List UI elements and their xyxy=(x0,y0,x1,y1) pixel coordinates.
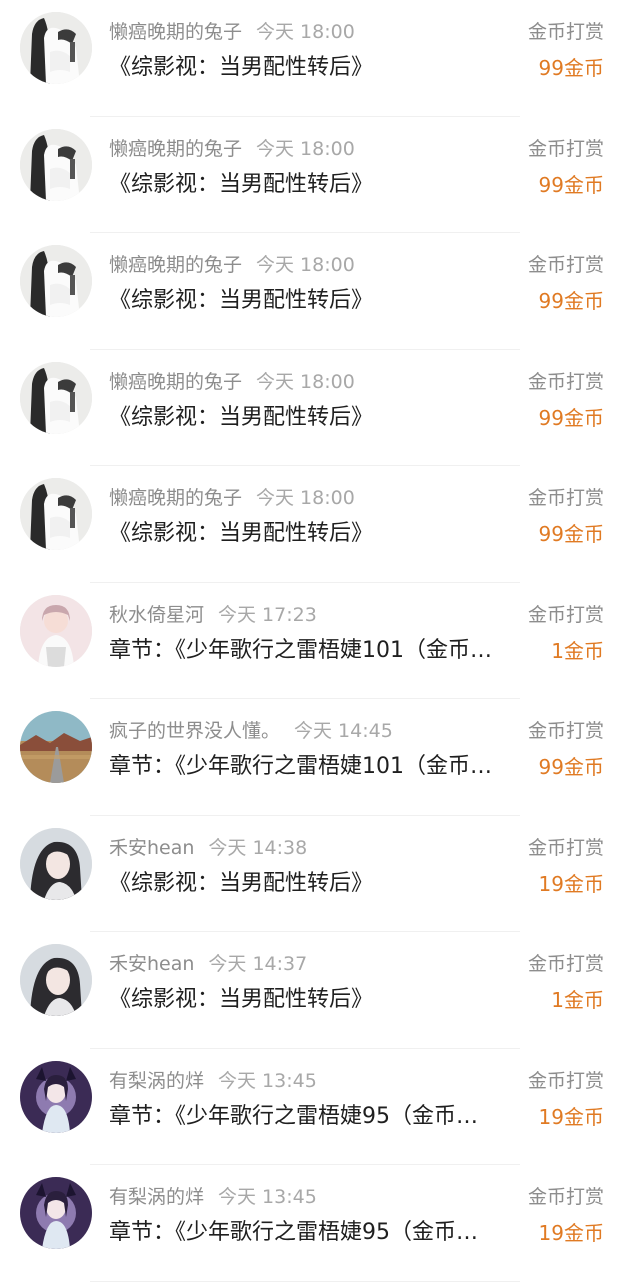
rabbit-avatar[interactable] xyxy=(20,128,92,201)
portrait-avatar[interactable] xyxy=(20,944,92,1016)
sender-name[interactable]: 懒癌晚期的兔子 xyxy=(109,21,242,43)
reward-type: 金币打赏 xyxy=(527,370,604,393)
reward-row[interactable]: 懒癌晚期的兔子 今天 18:00 《综影视：当男配性转后》 金币打赏 99金币 xyxy=(0,0,624,117)
sender-name[interactable]: 懒癌晚期的兔子 xyxy=(109,138,242,160)
reward-time: 今天 18:00 xyxy=(256,487,355,509)
reward-type: 金币打赏 xyxy=(527,1069,604,1092)
reward-time: 今天 13:45 xyxy=(218,1069,317,1092)
sender-name[interactable]: 禾安hean xyxy=(109,837,194,859)
work-title[interactable]: 《综影视：当男配性转后》 xyxy=(109,169,514,201)
reward-amount: 1金币 xyxy=(551,988,604,1012)
reward-time: 今天 18:00 xyxy=(256,21,355,43)
reward-time: 今天 14:38 xyxy=(208,836,308,859)
sender-meta: 禾安hean 今天 14:38 xyxy=(109,834,307,862)
reward-row[interactable]: 疯子的世界没人懂。 今天 14:45 章节：《少年歌行之雷梧婕101（金币… 金币… xyxy=(0,699,624,816)
anime-girl-avatar[interactable] xyxy=(20,594,92,667)
reward-time: 今天 14:37 xyxy=(208,953,308,975)
work-title[interactable]: 《综影视：当男配性转后》 xyxy=(109,984,514,1016)
work-title[interactable]: 章节：《少年歌行之雷梧婕101（金币… xyxy=(109,751,514,783)
reward-row[interactable]: 懒癌晚期的兔子 今天 18:00 《综影视：当男配性转后》 金币打赏 99金币 xyxy=(0,466,624,583)
reward-amount: 19金币 xyxy=(538,871,604,896)
reward-type: 金币打赏 xyxy=(527,720,604,742)
reward-row[interactable]: 懒癌晚期的兔子 今天 18:00 《综影视：当男配性转后》 金币打赏 99金币 xyxy=(0,117,624,233)
reward-row[interactable]: 懒癌晚期的兔子 今天 18:00 《综影视：当男配性转后》 金币打赏 99金币 xyxy=(0,350,624,466)
sender-meta: 禾安hean 今天 14:37 xyxy=(109,950,307,978)
sender-meta: 懒癌晚期的兔子 今天 18:00 xyxy=(109,135,355,163)
sender-name[interactable]: 懒癌晚期的兔子 xyxy=(109,254,242,276)
sender-name[interactable]: 秋水倚星河 xyxy=(109,604,204,626)
sender-meta: 有梨涡的烊 今天 13:45 xyxy=(109,1067,317,1095)
reward-time: 今天 18:00 xyxy=(256,137,355,160)
sender-name[interactable]: 疯子的世界没人懂。 xyxy=(109,720,280,742)
sender-name[interactable]: 有梨涡的烊 xyxy=(109,1070,204,1092)
reward-time: 今天 13:45 xyxy=(218,1186,317,1208)
reward-type: 金币打赏 xyxy=(527,254,604,276)
reward-amount: 99金币 xyxy=(538,172,604,197)
work-title[interactable]: 《综影视：当男配性转后》 xyxy=(109,868,514,900)
rabbit-avatar[interactable] xyxy=(20,12,92,84)
reward-type: 金币打赏 xyxy=(527,21,604,43)
work-title[interactable]: 《综影视：当男配性转后》 xyxy=(109,52,514,84)
reward-amount: 99金币 xyxy=(538,522,604,546)
reward-type: 金币打赏 xyxy=(527,603,604,626)
reward-row[interactable]: 有梨涡的烊 今天 13:45 章节：《少年歌行之雷梧婕95（金币… 金币打赏 19… xyxy=(0,1049,624,1165)
reward-type: 金币打赏 xyxy=(527,953,604,975)
reward-amount: 99金币 xyxy=(538,405,604,430)
reward-row[interactable]: 秋水倚星河 今天 17:23 章节：《少年歌行之雷梧婕101（金币… 金币打赏 1… xyxy=(0,583,624,699)
rabbit-avatar[interactable] xyxy=(20,245,92,317)
sender-meta: 有梨涡的烊 今天 13:45 xyxy=(109,1183,317,1211)
sender-meta: 秋水倚星河 今天 17:23 xyxy=(109,601,317,629)
reward-row[interactable]: 有梨涡的烊 今天 13:45 章节：《少年歌行之雷梧婕95（金币… 金币打赏 19… xyxy=(0,1165,624,1282)
reward-row[interactable]: 禾安hean 今天 14:37 《综影视：当男配性转后》 金币打赏 1金币 xyxy=(0,932,624,1049)
reward-time: 今天 18:00 xyxy=(256,254,355,276)
sender-meta: 懒癌晚期的兔子 今天 18:00 xyxy=(109,251,355,279)
work-title[interactable]: 章节：《少年歌行之雷梧婕101（金币… xyxy=(109,635,514,667)
work-title[interactable]: 《综影视：当男配性转后》 xyxy=(109,285,514,317)
work-title[interactable]: 章节：《少年歌行之雷梧婕95（金币… xyxy=(109,1217,514,1249)
reward-amount: 19金币 xyxy=(538,1221,604,1245)
reward-type: 金币打赏 xyxy=(527,487,604,509)
reward-time: 今天 17:23 xyxy=(218,603,317,626)
reward-list: 懒癌晚期的兔子 今天 18:00 《综影视：当男配性转后》 金币打赏 99金币 懒… xyxy=(0,0,624,1282)
rabbit-avatar[interactable] xyxy=(20,361,92,434)
reward-amount: 99金币 xyxy=(538,289,604,313)
rabbit-avatar[interactable] xyxy=(20,478,92,550)
sender-meta: 懒癌晚期的兔子 今天 18:00 xyxy=(109,484,355,512)
sender-name[interactable]: 有梨涡的烊 xyxy=(109,1186,204,1208)
reward-row[interactable]: 禾安hean 今天 14:38 《综影视：当男配性转后》 金币打赏 19金币 xyxy=(0,816,624,932)
reward-time: 今天 14:45 xyxy=(294,720,393,742)
sender-name[interactable]: 懒癌晚期的兔子 xyxy=(109,487,242,509)
reward-amount: 19金币 xyxy=(538,1104,604,1129)
sender-meta: 疯子的世界没人懂。 今天 14:45 xyxy=(109,717,393,745)
reward-time: 今天 18:00 xyxy=(256,370,355,393)
purple-anime-avatar[interactable] xyxy=(20,1177,92,1249)
work-title[interactable]: 《综影视：当男配性转后》 xyxy=(109,518,514,550)
purple-anime-avatar[interactable] xyxy=(20,1060,92,1133)
sender-name[interactable]: 懒癌晚期的兔子 xyxy=(109,371,242,393)
reward-row[interactable]: 懒癌晚期的兔子 今天 18:00 《综影视：当男配性转后》 金币打赏 99金币 xyxy=(0,233,624,350)
landscape-avatar[interactable] xyxy=(20,711,92,783)
portrait-avatar[interactable] xyxy=(20,827,92,900)
sender-meta: 懒癌晚期的兔子 今天 18:00 xyxy=(109,18,355,46)
reward-type: 金币打赏 xyxy=(527,836,604,859)
reward-amount: 1金币 xyxy=(551,638,604,663)
reward-amount: 99金币 xyxy=(538,755,604,779)
sender-name[interactable]: 禾安hean xyxy=(109,953,194,975)
work-title[interactable]: 《综影视：当男配性转后》 xyxy=(109,402,514,434)
divider xyxy=(90,1280,520,1282)
reward-type: 金币打赏 xyxy=(527,1186,604,1208)
sender-meta: 懒癌晚期的兔子 今天 18:00 xyxy=(109,368,355,396)
reward-type: 金币打赏 xyxy=(527,137,604,160)
reward-amount: 99金币 xyxy=(538,56,604,80)
work-title[interactable]: 章节：《少年歌行之雷梧婕95（金币… xyxy=(109,1101,514,1133)
